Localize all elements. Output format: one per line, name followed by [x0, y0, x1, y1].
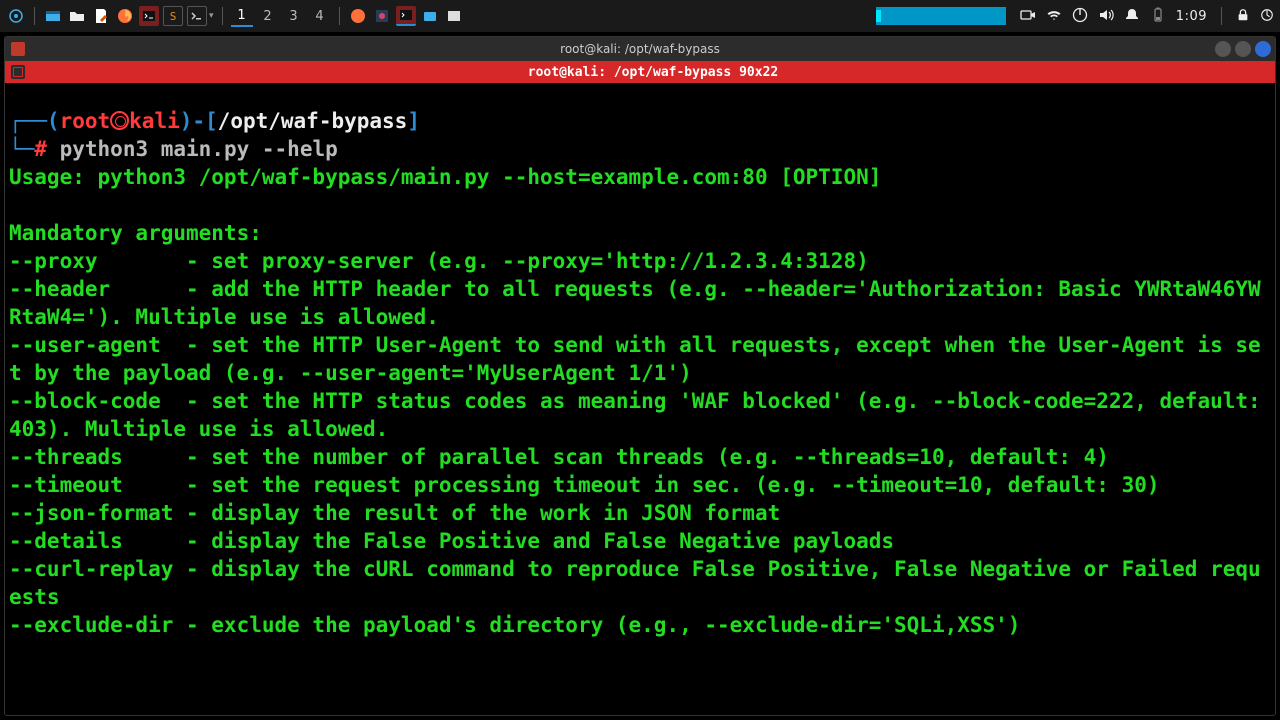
wifi-icon[interactable]	[1046, 7, 1062, 26]
command-text: python3 main.py --help	[60, 137, 338, 161]
window-minimize-button[interactable]	[1215, 41, 1231, 57]
task-app-icon-3[interactable]	[444, 6, 464, 26]
terminal-tabstrip[interactable]: root@kali: /opt/waf-bypass 90x22	[5, 61, 1275, 83]
window-close-button[interactable]	[1255, 41, 1271, 57]
workspace-4[interactable]: 4	[309, 5, 331, 27]
prompt-line-2: └─# python3 main.py --help	[9, 135, 1271, 163]
desktop-panel: S ▾ 1 2 3 4 1:09	[0, 0, 1280, 32]
lock-icon[interactable]	[1236, 8, 1250, 25]
session-icon[interactable]	[1260, 8, 1274, 25]
app-menu-icon[interactable]	[6, 6, 26, 26]
window-app-icon	[11, 42, 25, 56]
terminal-output: Usage: python3 /opt/waf-bypass/main.py -…	[9, 163, 1271, 639]
text-editor-icon[interactable]	[91, 6, 111, 26]
workspace-2[interactable]: 2	[257, 5, 279, 27]
show-desktop-icon[interactable]	[43, 6, 63, 26]
terminal-icon-2[interactable]	[187, 6, 207, 26]
notifications-icon[interactable]	[1124, 7, 1140, 26]
terminal-tab-label: root@kali: /opt/waf-bypass 90x22	[31, 65, 1275, 80]
terminal-window: root@kali: /opt/waf-bypass root@kali: /o…	[4, 36, 1276, 716]
terminal-icon-1[interactable]	[139, 6, 159, 26]
window-maximize-button[interactable]	[1235, 41, 1251, 57]
workspace-1[interactable]: 1	[231, 5, 253, 27]
workspace-3[interactable]: 3	[283, 5, 305, 27]
window-title: root@kali: /opt/waf-bypass	[5, 42, 1275, 56]
sublime-icon[interactable]: S	[163, 6, 183, 26]
audio-visualizer[interactable]	[876, 7, 1006, 25]
terminal-tab-icon	[11, 65, 25, 79]
task-app-icon-1[interactable]	[372, 6, 392, 26]
volume-icon[interactable]	[1098, 7, 1114, 26]
battery-icon[interactable]	[1150, 7, 1166, 26]
file-manager-icon[interactable]	[67, 6, 87, 26]
power-menu-icon[interactable]	[1072, 7, 1088, 26]
task-firefox-icon[interactable]	[348, 6, 368, 26]
screen-record-icon[interactable]	[1020, 7, 1036, 26]
terminal-body[interactable]: ┌──(rootkali)-[/opt/waf-bypass] └─# pyth…	[5, 83, 1275, 715]
task-app-icon-2[interactable]	[420, 6, 440, 26]
clock[interactable]: 1:09	[1176, 9, 1207, 24]
task-terminal-icon[interactable]	[396, 6, 416, 26]
dropdown-caret-icon[interactable]: ▾	[209, 11, 214, 21]
prompt-line-1: ┌──(rootkali)-[/opt/waf-bypass]	[9, 107, 1271, 135]
svg-text:S: S	[170, 10, 177, 23]
firefox-icon[interactable]	[115, 6, 135, 26]
system-tray: 1:09	[876, 7, 1274, 26]
window-titlebar[interactable]: root@kali: /opt/waf-bypass	[5, 37, 1275, 61]
skull-icon	[110, 111, 129, 130]
